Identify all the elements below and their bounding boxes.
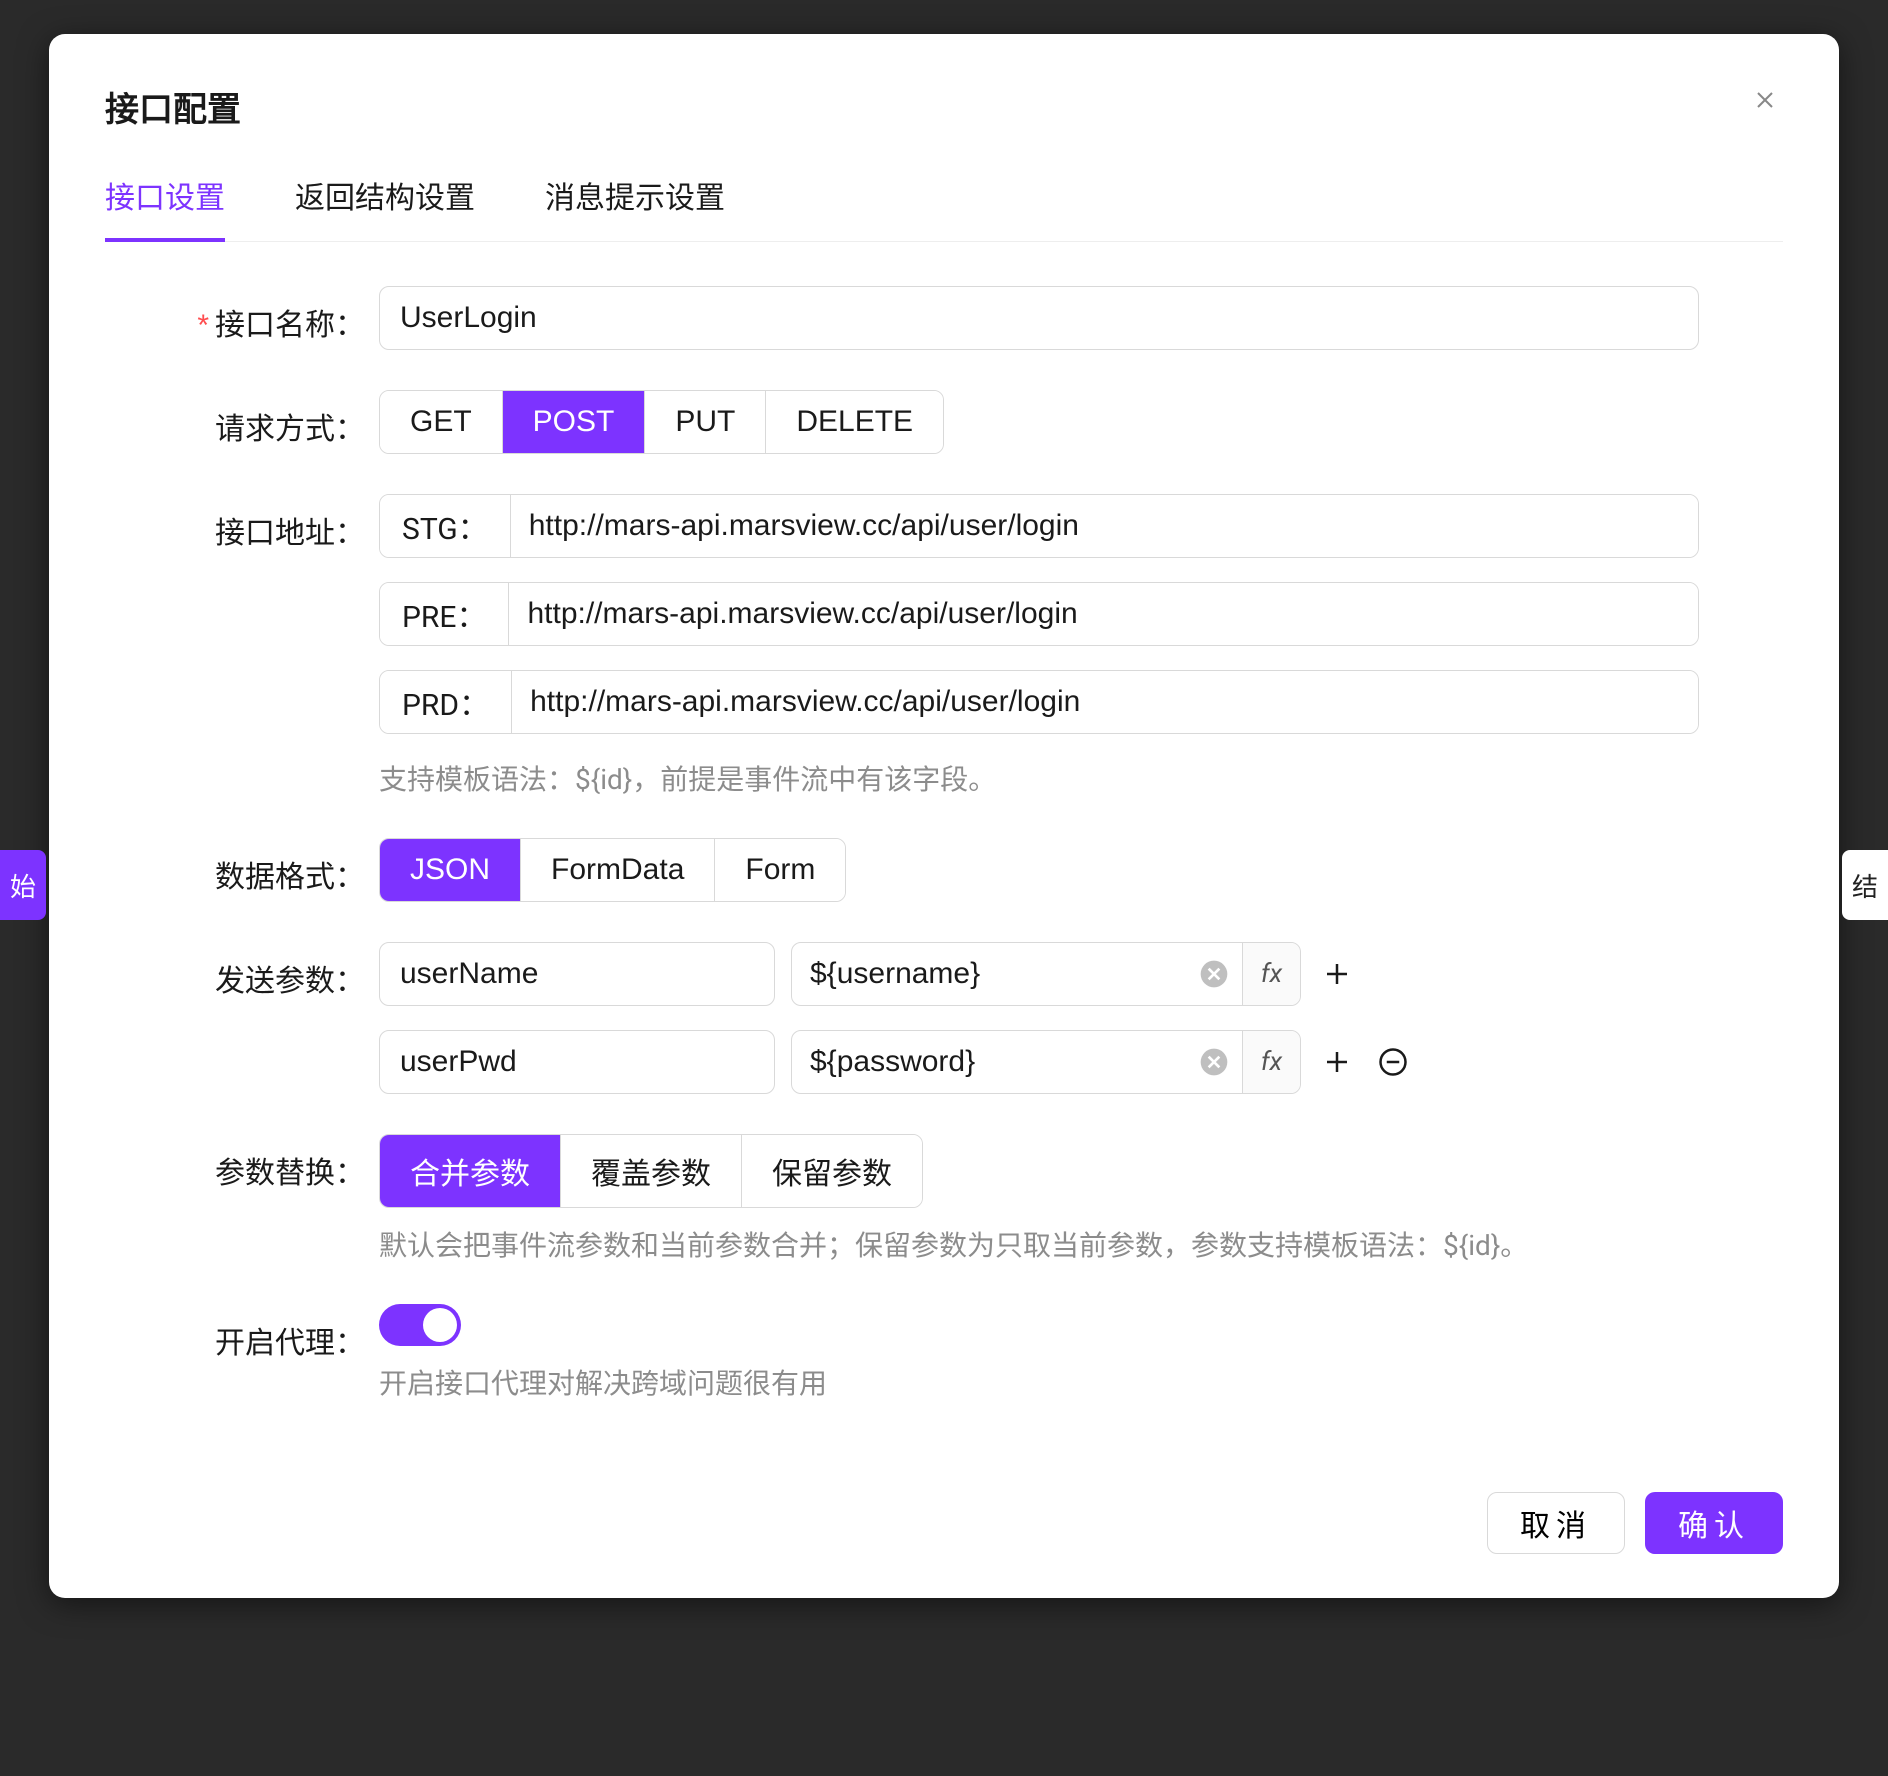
ok-button[interactable]: 确认 xyxy=(1645,1492,1783,1554)
tabs: 接口设置 返回结构设置 消息提示设置 xyxy=(105,159,1783,242)
address-stg-input[interactable] xyxy=(511,495,1698,557)
param-row-1: fx xyxy=(379,1030,1783,1094)
replace-radio-group: 合并参数 覆盖参数 保留参数 xyxy=(379,1134,923,1208)
replace-merge[interactable]: 合并参数 xyxy=(380,1135,561,1207)
address-prd: PRD： xyxy=(379,670,1699,734)
add-param-icon[interactable] xyxy=(1317,954,1357,994)
label-address: 接口地址： xyxy=(195,494,379,552)
address-pre-prefix: PRE： xyxy=(380,583,509,645)
format-json[interactable]: JSON xyxy=(380,839,521,901)
clear-icon[interactable] xyxy=(1198,958,1230,990)
fx-button[interactable]: fx xyxy=(1242,1031,1300,1093)
label-format: 数据格式： xyxy=(195,838,379,896)
replace-hint: 默认会把事件流参数和当前参数合并；保留参数为只取当前参数，参数支持模板语法：${… xyxy=(379,1224,1783,1264)
close-icon[interactable] xyxy=(1747,82,1783,118)
tab-message-settings[interactable]: 消息提示设置 xyxy=(545,159,725,241)
fx-button[interactable]: fx xyxy=(1242,943,1300,1005)
tab-api-settings[interactable]: 接口设置 xyxy=(105,159,225,241)
remove-param-icon[interactable] xyxy=(1373,1042,1413,1082)
label-params: 发送参数： xyxy=(195,942,379,1000)
label-proxy: 开启代理： xyxy=(195,1304,379,1362)
label-replace: 参数替换： xyxy=(195,1134,379,1192)
bg-left-badge: 始 xyxy=(0,850,46,920)
modal-title: 接口配置 xyxy=(105,82,241,131)
format-form[interactable]: Form xyxy=(715,839,845,901)
address-prd-prefix: PRD： xyxy=(380,671,512,733)
proxy-hint: 开启接口代理对解决跨域问题很有用 xyxy=(379,1362,1783,1402)
replace-override[interactable]: 覆盖参数 xyxy=(561,1135,742,1207)
tab-response-structure[interactable]: 返回结构设置 xyxy=(295,159,475,241)
label-method: 请求方式： xyxy=(195,390,379,448)
cancel-button[interactable]: 取消 xyxy=(1487,1492,1625,1554)
param-key-1[interactable] xyxy=(379,1030,775,1094)
method-post[interactable]: POST xyxy=(503,391,646,453)
param-row-0: fx xyxy=(379,942,1783,1006)
method-delete[interactable]: DELETE xyxy=(766,391,943,453)
bg-right-badge: 结 xyxy=(1842,850,1888,920)
address-hint: 支持模板语法：${id}，前提是事件流中有该字段。 xyxy=(379,758,1699,798)
label-api-name: 接口名称： xyxy=(195,286,379,344)
add-param-icon[interactable] xyxy=(1317,1042,1357,1082)
address-stg: STG： xyxy=(379,494,1699,558)
method-radio-group: GET POST PUT DELETE xyxy=(379,390,944,454)
param-key-0[interactable] xyxy=(379,942,775,1006)
address-stg-prefix: STG： xyxy=(380,495,511,557)
address-pre: PRE： xyxy=(379,582,1699,646)
clear-icon[interactable] xyxy=(1198,1046,1230,1078)
param-value-0[interactable] xyxy=(792,957,1198,991)
replace-keep[interactable]: 保留参数 xyxy=(742,1135,922,1207)
api-config-modal: 接口配置 接口设置 返回结构设置 消息提示设置 接口名称： 请求方式： xyxy=(49,34,1839,1598)
format-radio-group: JSON FormData Form xyxy=(379,838,846,902)
method-get[interactable]: GET xyxy=(380,391,503,453)
format-formdata[interactable]: FormData xyxy=(521,839,715,901)
method-put[interactable]: PUT xyxy=(645,391,766,453)
proxy-switch[interactable] xyxy=(379,1304,461,1346)
address-pre-input[interactable] xyxy=(509,583,1698,645)
param-value-1[interactable] xyxy=(792,1045,1198,1079)
address-prd-input[interactable] xyxy=(512,671,1698,733)
api-name-input[interactable] xyxy=(379,286,1699,350)
